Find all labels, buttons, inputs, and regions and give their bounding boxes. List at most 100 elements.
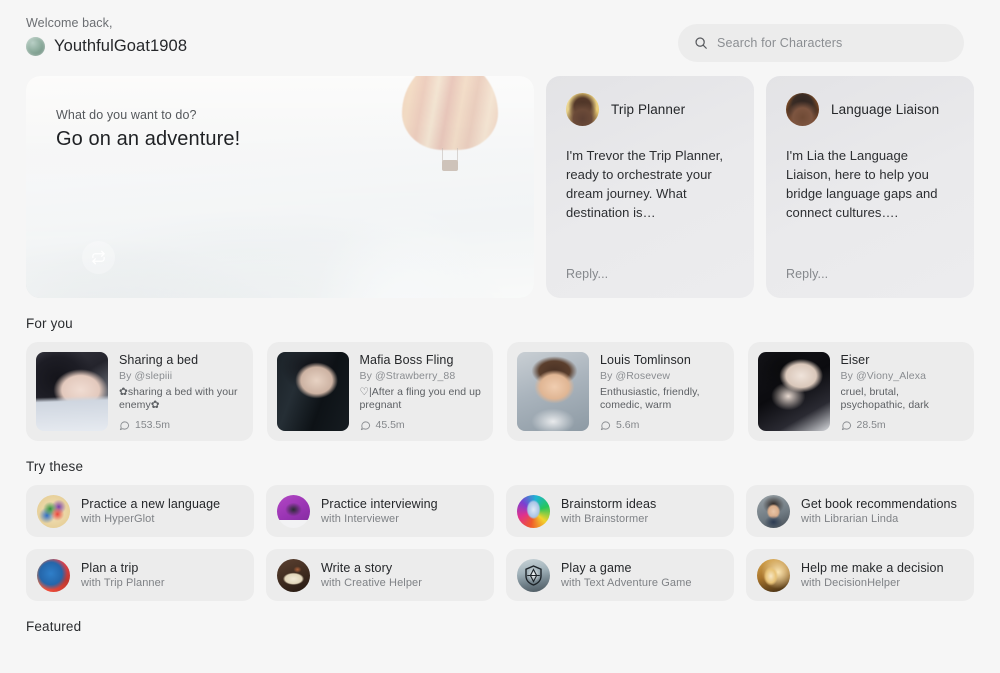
refresh-icon (92, 250, 105, 265)
try-tile-subtitle: with HyperGlot (81, 513, 155, 525)
avatar[interactable] (26, 37, 45, 56)
try-tile-subtitle: with Trip Planner (81, 577, 165, 589)
section-title-featured: Featured (26, 619, 82, 634)
chat-bubble-icon (841, 420, 851, 430)
chat-count-value: 5.6m (616, 419, 640, 431)
page-header: Welcome back, YouthfulGoat1908 Search fo… (0, 0, 1000, 76)
try-tile-subtitle: with DecisionHelper (801, 577, 901, 589)
chat-count: 153.5m (119, 419, 243, 431)
section-title-try-these: Try these (26, 459, 84, 474)
hero-row: What do you want to do? Go on an adventu… (0, 76, 1000, 298)
persona-reply-input[interactable]: Reply... (566, 267, 608, 281)
try-tile-plan-a-trip[interactable]: Plan a trip with Trip Planner (26, 549, 254, 601)
character-card[interactable]: Eiser By @Viony_Alexa cruel, brutal, psy… (747, 342, 974, 441)
username-label: YouthfulGoat1908 (54, 37, 188, 55)
try-these-grid-row-1: Practice a new language with HyperGlot P… (0, 485, 1000, 537)
home-page: Welcome back, YouthfulGoat1908 Search fo… (0, 0, 1000, 673)
try-tile-title: Get book recommendations (801, 497, 957, 511)
try-tile-subtitle: with Brainstormer (561, 513, 649, 525)
shield-compass-icon (517, 558, 550, 592)
character-author: By @Strawberry_88 (359, 370, 456, 382)
hero-banner[interactable]: What do you want to do? Go on an adventu… (26, 76, 534, 298)
chat-bubble-icon (119, 420, 130, 430)
chat-count-value: 153.5m (135, 419, 171, 431)
chat-bubble-icon (600, 420, 611, 430)
chat-count: 5.6m (600, 419, 724, 431)
section-title-for-you: For you (26, 316, 73, 331)
try-tile-title: Practice interviewing (321, 497, 438, 511)
mafia-boss-fling-thumbnail (276, 352, 349, 431)
decision-face-icon (757, 558, 790, 592)
sharing-a-bed-thumbnail (36, 352, 108, 431)
character-author: By @slepiii (119, 370, 173, 382)
character-card[interactable]: Mafia Boss Fling By @Strawberry_88 ♡|Aft… (266, 342, 493, 441)
search-icon (695, 37, 707, 49)
persona-header: Trip Planner (566, 93, 734, 126)
chat-count-value: 45.5m (375, 419, 405, 431)
persona-name: Language Liaison (831, 102, 940, 117)
try-tile-subtitle: with Creative Helper (321, 577, 423, 589)
interviewer-icon (277, 494, 310, 528)
eiser-thumbnail (757, 352, 830, 431)
try-tile-practice-a-new-language[interactable]: Practice a new language with HyperGlot (26, 485, 254, 537)
try-tile-title: Plan a trip (81, 561, 139, 575)
character-card[interactable]: Sharing a bed By @slepiii ✿sharing a bed… (26, 342, 253, 441)
try-tile-title: Help me make a decision (801, 561, 944, 575)
try-tile-practice-interviewing[interactable]: Practice interviewing with Interviewer (266, 485, 494, 537)
character-description: cruel, brutal, psychopathic, dark romanc… (840, 386, 929, 411)
try-tile-title: Brainstorm ideas (561, 497, 657, 511)
try-tile-subtitle: with Text Adventure Game (561, 577, 692, 589)
chat-count: 45.5m (360, 419, 484, 431)
louis-tomlinson-thumbnail (517, 352, 589, 431)
character-name: Eiser (840, 353, 870, 367)
character-description: ♡|After a fling you end up pregnant (359, 386, 481, 411)
search-input[interactable]: Search for Characters (678, 24, 964, 62)
welcome-greeting: Welcome back, (26, 16, 113, 30)
search-placeholder: Search for Characters (717, 36, 843, 50)
grid-spacer (0, 537, 1000, 549)
librarian-icon (757, 494, 790, 528)
try-tile-title: Play a game (561, 561, 632, 575)
persona-card-language-liaison[interactable]: Language Liaison I'm Lia the Language Li… (766, 76, 974, 298)
try-tile-title: Practice a new language (81, 497, 221, 511)
character-name: Louis Tomlinson (600, 353, 691, 367)
hero-kicker: What do you want to do? (56, 108, 197, 122)
language-liaison-avatar (786, 93, 819, 126)
try-tile-get-book-recommendations[interactable]: Get book recommendations with Librarian … (746, 485, 974, 537)
chat-bubble-icon (360, 420, 370, 430)
lightbulb-icon (517, 494, 550, 528)
persona-name: Trip Planner (611, 102, 686, 117)
character-name: Mafia Boss Fling (359, 353, 454, 367)
user-identity[interactable]: YouthfulGoat1908 (26, 37, 187, 56)
try-tile-subtitle: with Interviewer (321, 513, 400, 525)
open-book-icon (277, 558, 310, 592)
try-these-grid-row-2: Plan a trip with Trip Planner Write a st… (0, 549, 1000, 601)
welcome-block: Welcome back, YouthfulGoat1908 (26, 12, 187, 56)
persona-card-trip-planner[interactable]: Trip Planner I'm Trevor the Trip Planner… (546, 76, 754, 298)
hot-air-balloon-image (402, 76, 498, 174)
hero-refresh-button[interactable] (82, 241, 115, 274)
character-card[interactable]: Louis Tomlinson By @Rosevew Enthusiastic… (507, 342, 734, 441)
persona-header: Language Liaison (786, 93, 954, 126)
character-author: By @Rosevew (600, 370, 671, 382)
trip-planner-avatar (566, 93, 599, 126)
persona-reply-input[interactable]: Reply... (786, 267, 828, 281)
character-description: Enthusiastic, friendly, comedic, warm (600, 386, 700, 411)
chat-count: 28.5m (841, 419, 965, 431)
globe-trip-icon (37, 558, 70, 592)
character-author: By @Viony_Alexa (840, 370, 927, 382)
for-you-row: Sharing a bed By @slepiii ✿sharing a bed… (0, 342, 1000, 441)
persona-message: I'm Trevor the Trip Planner, ready to or… (566, 148, 724, 220)
character-description: ✿sharing a bed with your enemy✿ (119, 386, 238, 411)
try-tile-play-a-game[interactable]: Play a game with Text Adventure Game (506, 549, 734, 601)
globe-languages-icon (37, 494, 70, 528)
try-tile-title: Write a story (321, 561, 393, 575)
try-tile-write-a-story[interactable]: Write a story with Creative Helper (266, 549, 494, 601)
try-tile-help-me-make-a-decision[interactable]: Help me make a decision with DecisionHel… (746, 549, 974, 601)
character-name: Sharing a bed (119, 353, 199, 367)
chat-count-value: 28.5m (856, 419, 886, 431)
try-tile-brainstorm-ideas[interactable]: Brainstorm ideas with Brainstormer (506, 485, 734, 537)
hero-content: What do you want to do? Go on an adventu… (56, 108, 240, 151)
try-tile-subtitle: with Librarian Linda (801, 513, 899, 525)
hero-title: Go on an adventure! (56, 128, 241, 150)
